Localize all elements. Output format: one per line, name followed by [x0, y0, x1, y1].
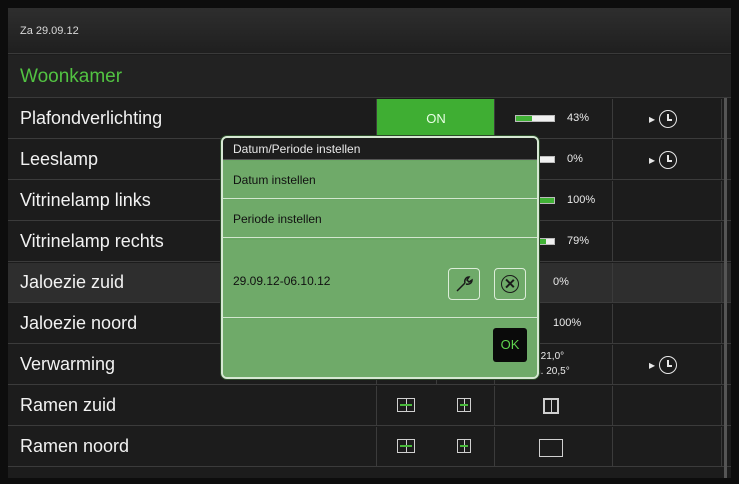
dimmer-percent: 43% — [567, 112, 590, 124]
dimmer-cell[interactable]: 43% — [494, 99, 612, 139]
empty-cell — [612, 427, 722, 467]
shade-percent: 0% — [553, 276, 569, 288]
shade-percent: 100% — [553, 317, 582, 329]
period-section: 29.09.12-06.10.12 — [223, 240, 537, 318]
wrench-icon — [456, 276, 473, 292]
device-name: Plafondverlichting — [20, 108, 163, 128]
empty-cell — [612, 386, 722, 426]
play-icon: ▸ — [649, 358, 656, 372]
clock-icon — [659, 151, 678, 169]
window-open-icon[interactable] — [397, 439, 415, 453]
device-name: Jaloezie noord — [20, 313, 138, 333]
top-bar: Za 29.09.12 — [8, 8, 731, 54]
ok-button[interactable]: OK — [493, 328, 527, 362]
device-name: Vitrinelamp links — [20, 190, 151, 210]
room-header: Woonkamer — [8, 55, 731, 98]
empty-cell — [612, 263, 722, 303]
device-name: Ramen zuid — [20, 395, 117, 415]
device-name: Verwarming — [20, 354, 116, 374]
dialog-title: Datum/Periode instellen — [223, 138, 537, 160]
set-date-option[interactable]: Datum instellen — [223, 161, 537, 199]
device-name: Leeslamp — [20, 149, 99, 169]
edit-button[interactable] — [448, 268, 480, 300]
on-button[interactable]: ON — [377, 99, 495, 139]
timer-cell[interactable]: ▸ — [612, 140, 722, 180]
window-status-icon — [543, 398, 559, 414]
window-open-icon[interactable] — [397, 398, 415, 412]
play-icon: ▸ — [649, 112, 656, 126]
play-icon: ▸ — [649, 153, 656, 167]
window-status-cell — [494, 427, 612, 467]
window-closed-icon[interactable] — [457, 398, 471, 412]
window-closed-icon[interactable] — [457, 439, 471, 453]
switch-cell[interactable]: ON — [376, 99, 495, 139]
window-control-cell[interactable] — [376, 427, 494, 467]
timer-cell[interactable]: ▸ — [612, 99, 722, 139]
period-value: 29.09.12-06.10.12 — [233, 274, 331, 288]
empty-cell — [612, 222, 722, 262]
empty-cell — [612, 304, 722, 344]
device-row-ramen-zuid[interactable]: Ramen zuid — [8, 386, 731, 426]
set-period-option[interactable]: Periode instellen — [223, 200, 537, 238]
delete-button[interactable] — [494, 268, 526, 300]
dimmer-fill — [516, 116, 533, 121]
clock-icon — [659, 110, 678, 128]
date-period-dialog: Datum/Periode instellen Datum instellen … — [221, 136, 539, 379]
clock-icon — [659, 356, 678, 374]
dimmer-percent: 100% — [567, 194, 596, 206]
window-status-icon — [539, 439, 563, 457]
scrollbar[interactable] — [724, 98, 727, 478]
device-name: Vitrinelamp rechts — [20, 231, 164, 251]
dimmer-bar[interactable] — [515, 115, 555, 122]
device-name: Ramen noord — [20, 436, 130, 456]
dimmer-percent: 0% — [567, 153, 583, 165]
cancel-icon — [501, 275, 519, 293]
window-status-cell — [494, 386, 612, 426]
timer-cell[interactable]: ▸ — [612, 345, 722, 385]
dialog-footer: OK — [223, 319, 537, 377]
device-row-ramen-noord[interactable]: Ramen noord — [8, 427, 731, 467]
window-control-cell[interactable] — [376, 386, 494, 426]
device-row-plafondverlichting[interactable]: Plafondverlichting ON 43% ▸ — [8, 99, 731, 139]
date-label: Za 29.09.12 — [20, 25, 79, 37]
device-name: Jaloezie zuid — [20, 272, 125, 292]
room-title: Woonkamer — [20, 66, 123, 87]
empty-cell — [612, 181, 722, 221]
dimmer-percent: 79% — [567, 235, 590, 247]
home-automation-screen: Za 29.09.12 Woonkamer Plafondverlichting… — [8, 8, 731, 478]
